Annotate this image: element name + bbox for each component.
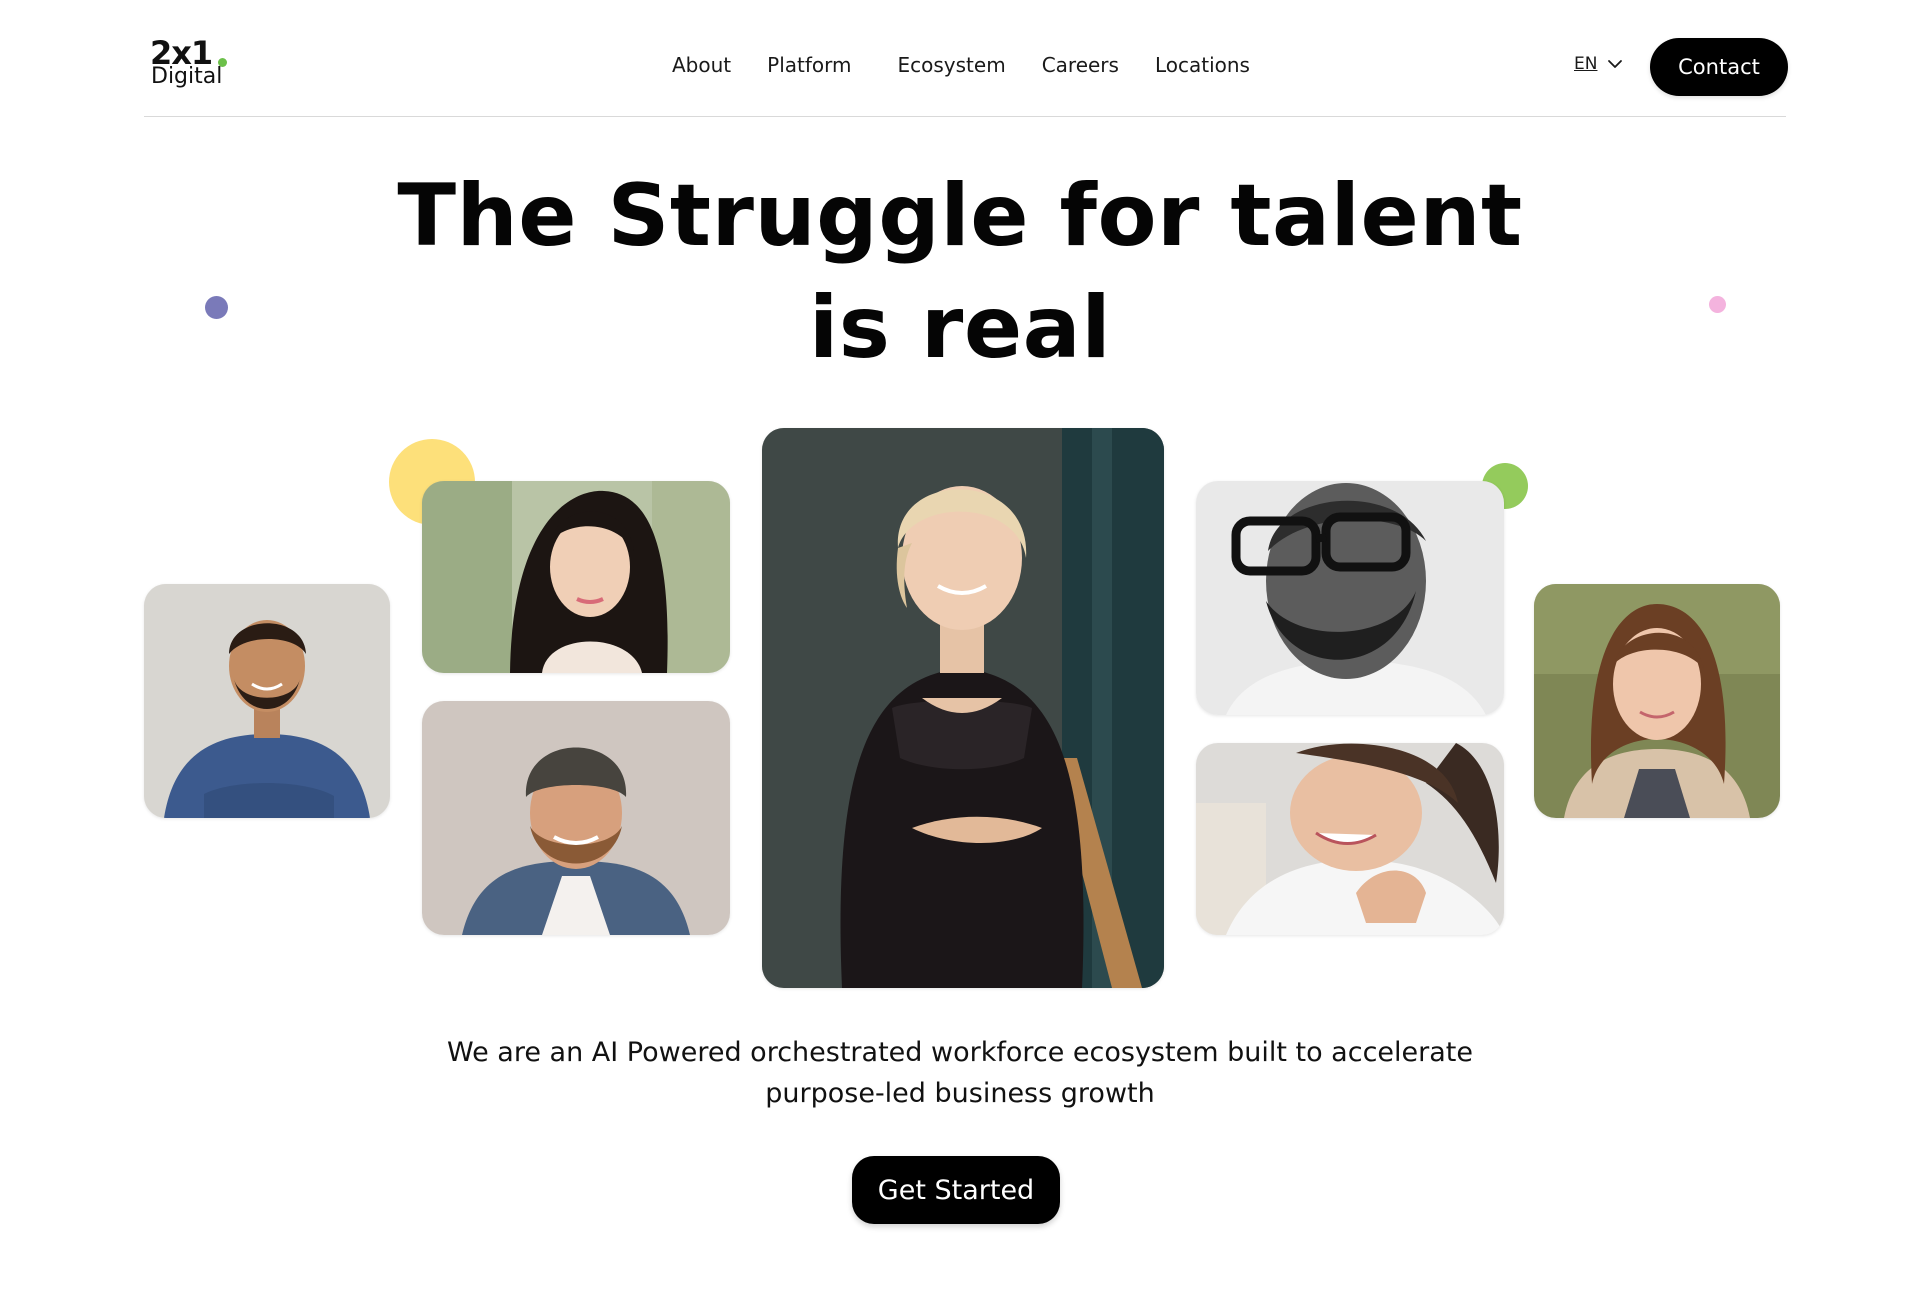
logo-subtitle: Digital — [151, 64, 223, 89]
hero-description-line-1: We are an AI Powered orchestrated workfo… — [447, 1037, 1473, 1068]
portrait-woman-brown-hair — [1534, 584, 1780, 818]
portrait-woman-long-hair — [422, 481, 730, 673]
portrait-woman-laughing — [1196, 743, 1504, 935]
portrait-woman-black-dress — [762, 428, 1164, 988]
hero-description: We are an AI Powered orchestrated workfo… — [410, 1032, 1510, 1114]
portrait-man-blue-tshirt — [144, 584, 390, 818]
nav-item-platform[interactable]: Platform — [767, 53, 851, 77]
chevron-down-icon — [1607, 56, 1623, 72]
hero-title-line-2: is real — [808, 278, 1112, 378]
hero-title-line-1: The Struggle for talent — [397, 166, 1523, 266]
nav-item-about[interactable]: About — [672, 53, 731, 77]
language-selector[interactable]: EN — [1574, 50, 1623, 78]
contact-button[interactable]: Contact — [1650, 38, 1788, 96]
portrait-man-glasses — [1196, 481, 1504, 715]
decorative-dot-purple — [205, 296, 228, 319]
brand-logo[interactable]: 2x1 Digital — [150, 36, 240, 90]
site-header: 2x1 Digital About Platform Ecosystem Car… — [144, 0, 1788, 117]
get-started-button[interactable]: Get Started — [852, 1156, 1060, 1224]
main-navigation: About Platform Ecosystem Careers Locatio… — [672, 50, 1250, 80]
hero-description-line-2: purpose-led business growth — [765, 1078, 1155, 1109]
portrait-man-beanie — [422, 701, 730, 935]
nav-item-careers[interactable]: Careers — [1042, 53, 1119, 77]
language-label: EN — [1574, 54, 1598, 74]
nav-item-ecosystem[interactable]: Ecosystem — [898, 53, 1006, 77]
decorative-dot-pink — [1709, 296, 1726, 313]
hero-title: The Struggle for talent is real — [260, 160, 1660, 384]
nav-item-locations[interactable]: Locations — [1155, 53, 1250, 77]
